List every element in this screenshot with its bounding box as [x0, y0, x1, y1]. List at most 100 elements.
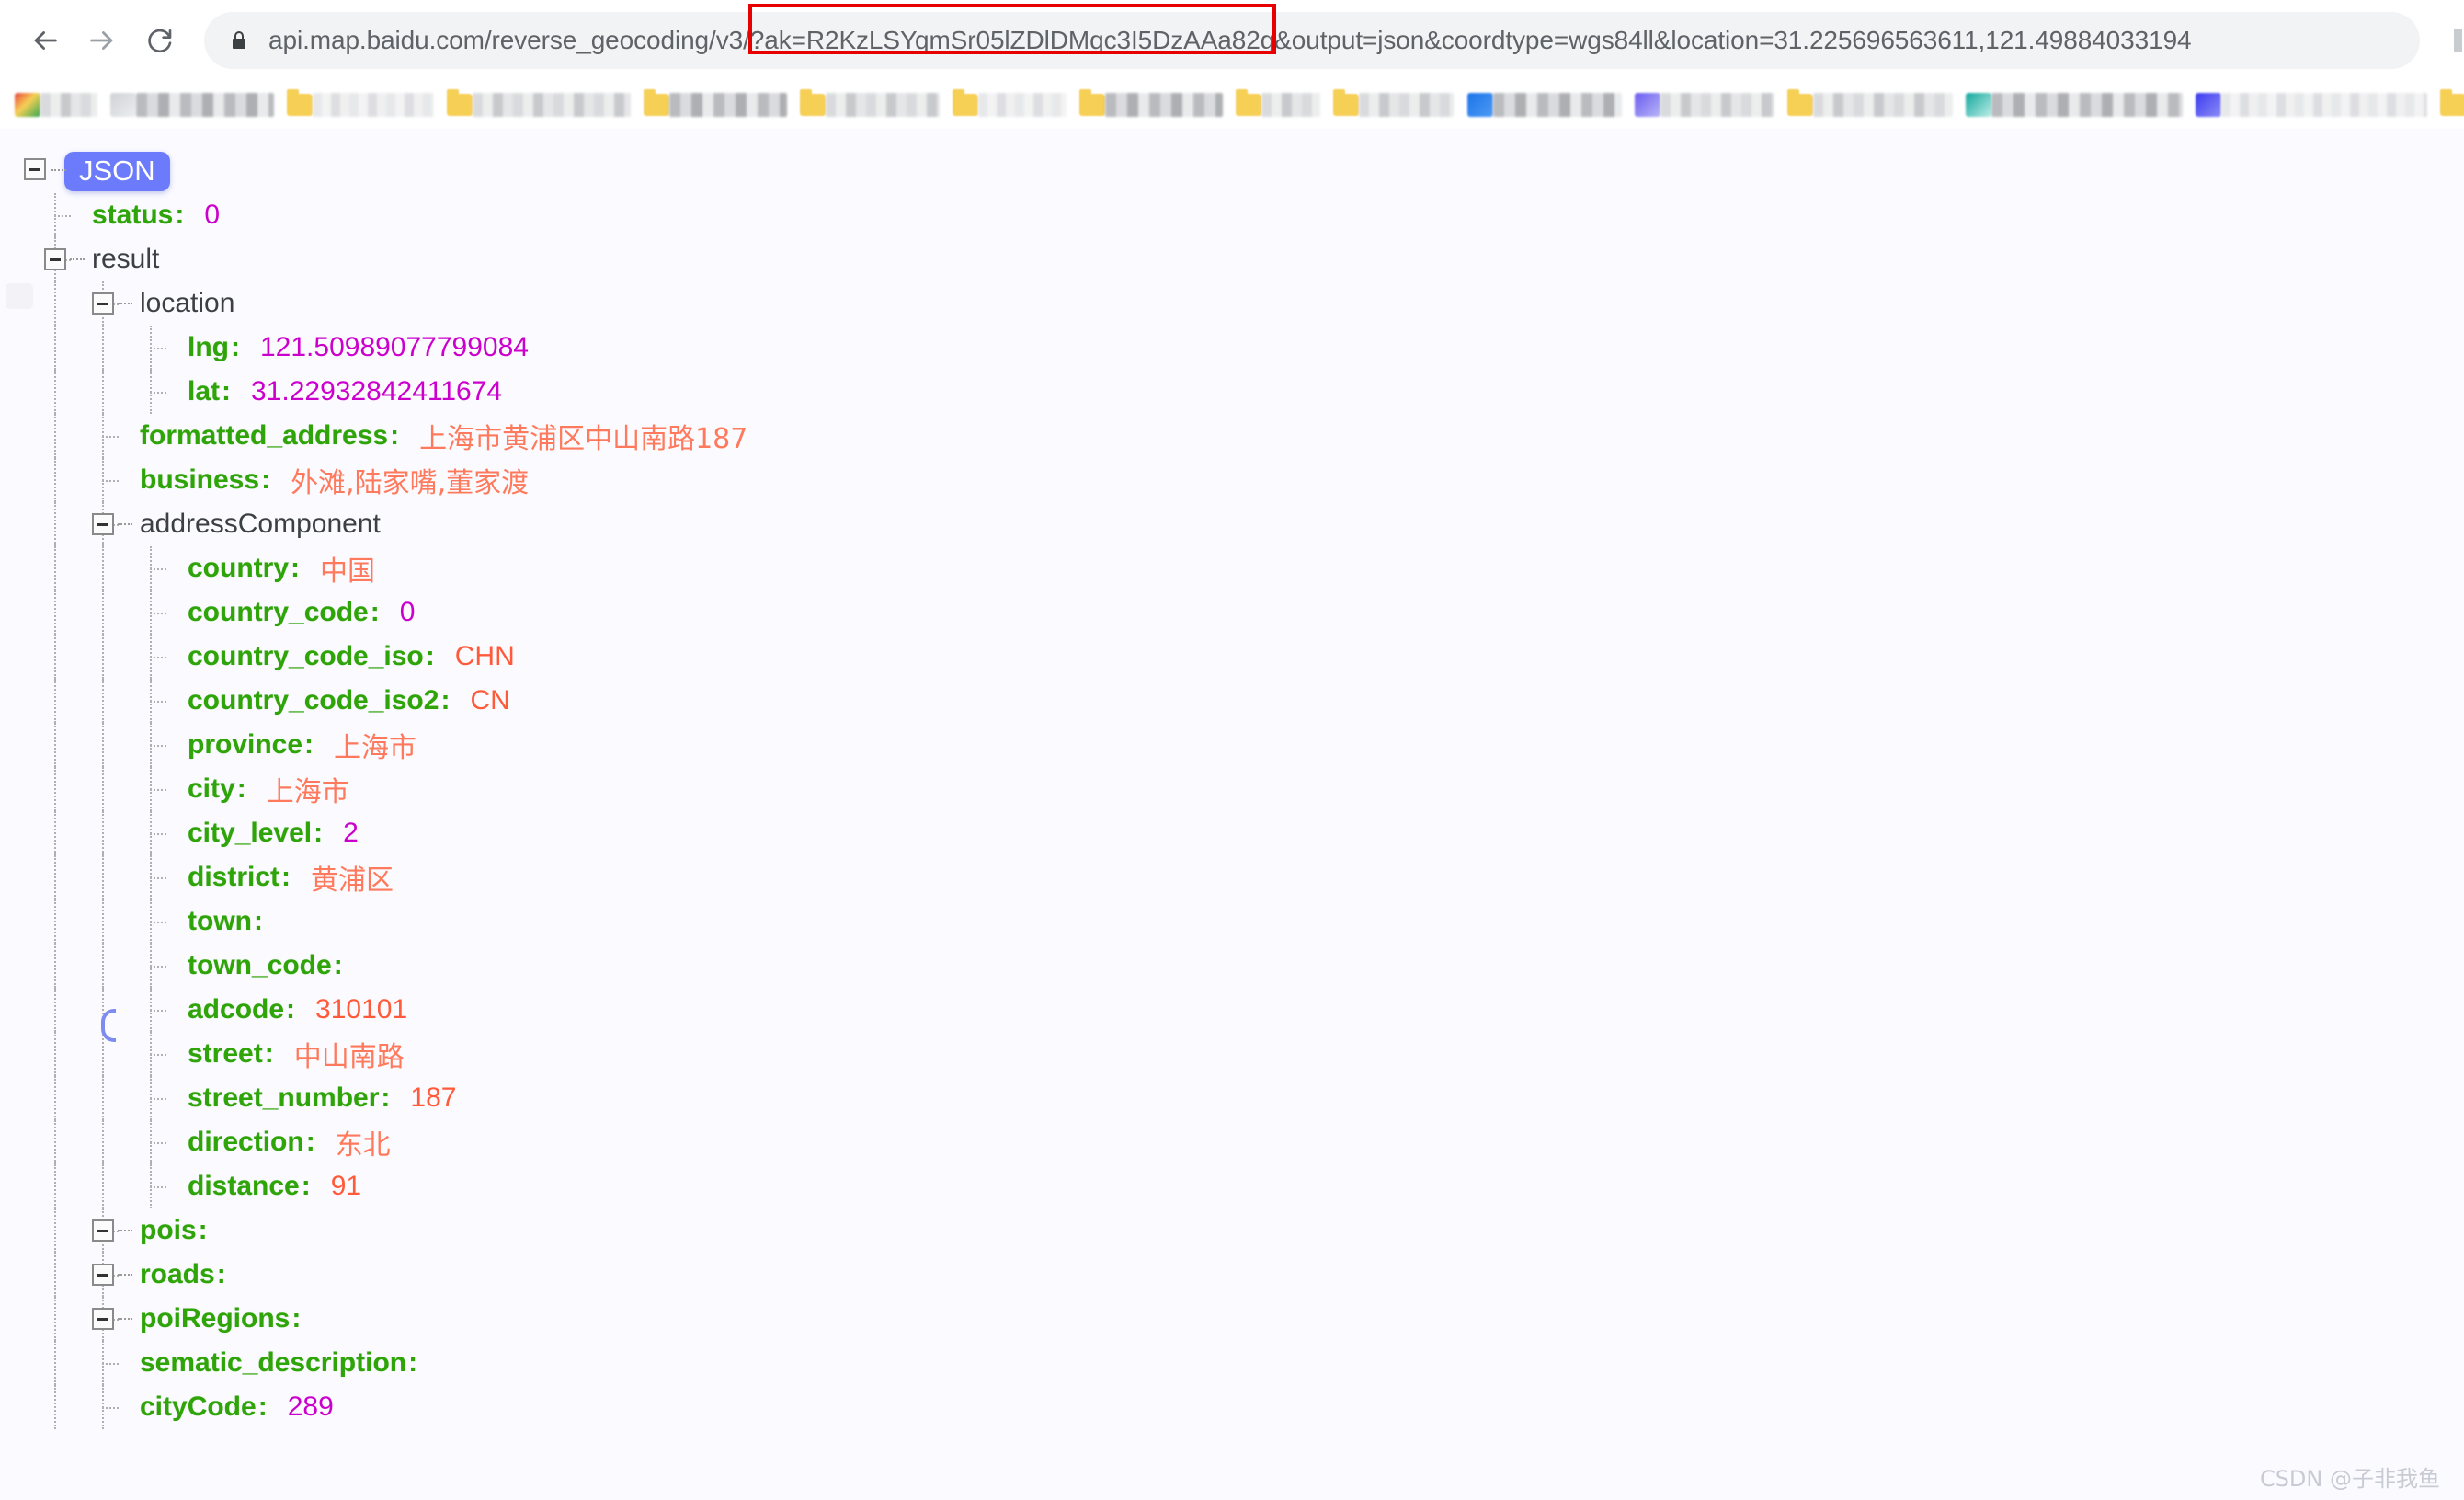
tree-elbow	[102, 1363, 119, 1365]
tree-guide-line	[54, 590, 56, 635]
address-bar[interactable]: api.map.baidu.com/reverse_geocoding/v3/?…	[204, 12, 2420, 69]
collapse-toggle[interactable]	[92, 1308, 114, 1330]
toggle-dots	[118, 1318, 132, 1320]
json-value: 上海市	[266, 776, 349, 808]
tree-elbow	[150, 613, 166, 614]
json-colon: :	[175, 200, 185, 230]
tree-guide-line	[54, 1385, 56, 1429]
bookmark-item[interactable]	[953, 85, 1067, 125]
folder-icon	[1333, 89, 1359, 116]
json-key: distance	[188, 1171, 300, 1201]
json-row: status :0	[0, 193, 2464, 237]
tree-guide-line	[54, 1032, 56, 1076]
bookmark-item[interactable]	[1333, 85, 1454, 125]
tree-guide-line	[54, 944, 56, 988]
collapse-toggle[interactable]	[92, 513, 114, 535]
tree-elbow	[150, 657, 166, 658]
json-key: city	[188, 773, 235, 804]
collapse-toggle[interactable]	[44, 248, 66, 270]
tree-guide-line	[54, 1341, 56, 1385]
json-colon: :	[236, 773, 246, 804]
json-key: pois	[140, 1215, 197, 1245]
bookmark-item[interactable]	[1079, 85, 1223, 125]
json-colon: :	[198, 1215, 208, 1245]
tree-elbow	[150, 745, 166, 747]
json-value: 中国	[320, 555, 376, 588]
folder-icon	[2440, 89, 2464, 116]
tree-guide-line	[54, 811, 56, 855]
bookmark-item[interactable]	[1236, 85, 1320, 125]
bookmark-item[interactable]	[1966, 85, 2183, 125]
bookmark-label	[978, 93, 1067, 117]
tree-guide-line	[54, 370, 56, 414]
json-rows-container: status :0 result location lng :121.50989077…	[0, 193, 2464, 1429]
tree-elbow	[102, 436, 119, 438]
json-key: district	[188, 862, 280, 892]
json-colon: :	[305, 1127, 315, 1157]
json-row: distance :91	[0, 1164, 2464, 1208]
bookmark-item[interactable]	[800, 85, 940, 125]
collapse-toggle[interactable]	[92, 1219, 114, 1242]
bookmark-item[interactable]	[447, 85, 631, 125]
bookmark-item[interactable]	[2440, 85, 2464, 125]
bookmark-item[interactable]	[2196, 85, 2427, 125]
bookmark-item[interactable]	[15, 85, 97, 125]
json-colon: :	[301, 1171, 311, 1201]
json-row: country : 中国	[0, 546, 2464, 590]
json-key: country_code_iso	[188, 641, 424, 671]
json-key: street	[188, 1038, 263, 1069]
back-button[interactable]	[17, 12, 74, 69]
purple-site-icon	[1635, 93, 1660, 117]
folder-icon	[1787, 89, 1813, 116]
json-colon: :	[216, 1259, 226, 1289]
json-row: town_code :	[0, 944, 2464, 988]
bookmark-label	[40, 93, 97, 117]
json-colon: :	[286, 994, 296, 1025]
bookmark-label	[473, 93, 631, 117]
json-colon: :	[304, 729, 314, 760]
tree-guide-line	[102, 811, 104, 855]
tree-elbow	[102, 1407, 119, 1409]
json-colon: :	[264, 1038, 274, 1069]
bookmark-item[interactable]	[1635, 85, 1774, 125]
json-value: 31.22932842411674	[251, 376, 503, 406]
json-key: formatted_address	[140, 420, 389, 451]
colored-site-icon	[15, 93, 40, 117]
tree-guide-line	[54, 1120, 56, 1164]
collapse-toggle[interactable]	[92, 1264, 114, 1286]
bookmark-label	[826, 93, 940, 117]
bookmark-label	[313, 93, 434, 117]
forward-button[interactable]	[74, 12, 131, 69]
root-collapse-toggle[interactable]	[24, 158, 46, 180]
bookmark-item[interactable]	[1467, 85, 1622, 125]
tree-guide-line	[102, 767, 104, 811]
tree-elbow	[54, 215, 71, 217]
json-row: sematic_description :	[0, 1341, 2464, 1385]
bookmarks-bar[interactable]	[0, 81, 2464, 129]
blue-site-icon	[1467, 93, 1493, 117]
indigo-site-icon	[2196, 93, 2221, 117]
bookmark-item[interactable]	[1787, 85, 1953, 125]
json-row: street_number :187	[0, 1076, 2464, 1120]
json-colon: :	[314, 818, 324, 848]
tree-elbow	[150, 392, 166, 394]
tree-guide-line	[54, 502, 56, 546]
folder-icon	[287, 89, 313, 116]
json-value: 东北	[335, 1129, 391, 1162]
bookmark-item[interactable]	[287, 85, 434, 125]
tree-elbow	[150, 789, 166, 791]
toggle-dots	[118, 523, 132, 525]
toggle-dots	[70, 258, 85, 260]
toggle-dots	[118, 303, 132, 304]
reload-button[interactable]	[131, 12, 188, 69]
json-row: cityCode :289	[0, 1385, 2464, 1429]
toolbar-right-edge	[2451, 0, 2464, 81]
tree-guide-line	[54, 546, 56, 590]
json-value: 上海市黄浦区中山南路187	[419, 423, 748, 455]
collapse-toggle[interactable]	[92, 292, 114, 315]
bookmark-item[interactable]	[644, 85, 787, 125]
json-key: adcode	[188, 994, 285, 1025]
forward-arrow-icon	[86, 25, 118, 56]
bookmark-item[interactable]	[110, 85, 274, 125]
toolbar-edge-bit	[2454, 29, 2462, 52]
